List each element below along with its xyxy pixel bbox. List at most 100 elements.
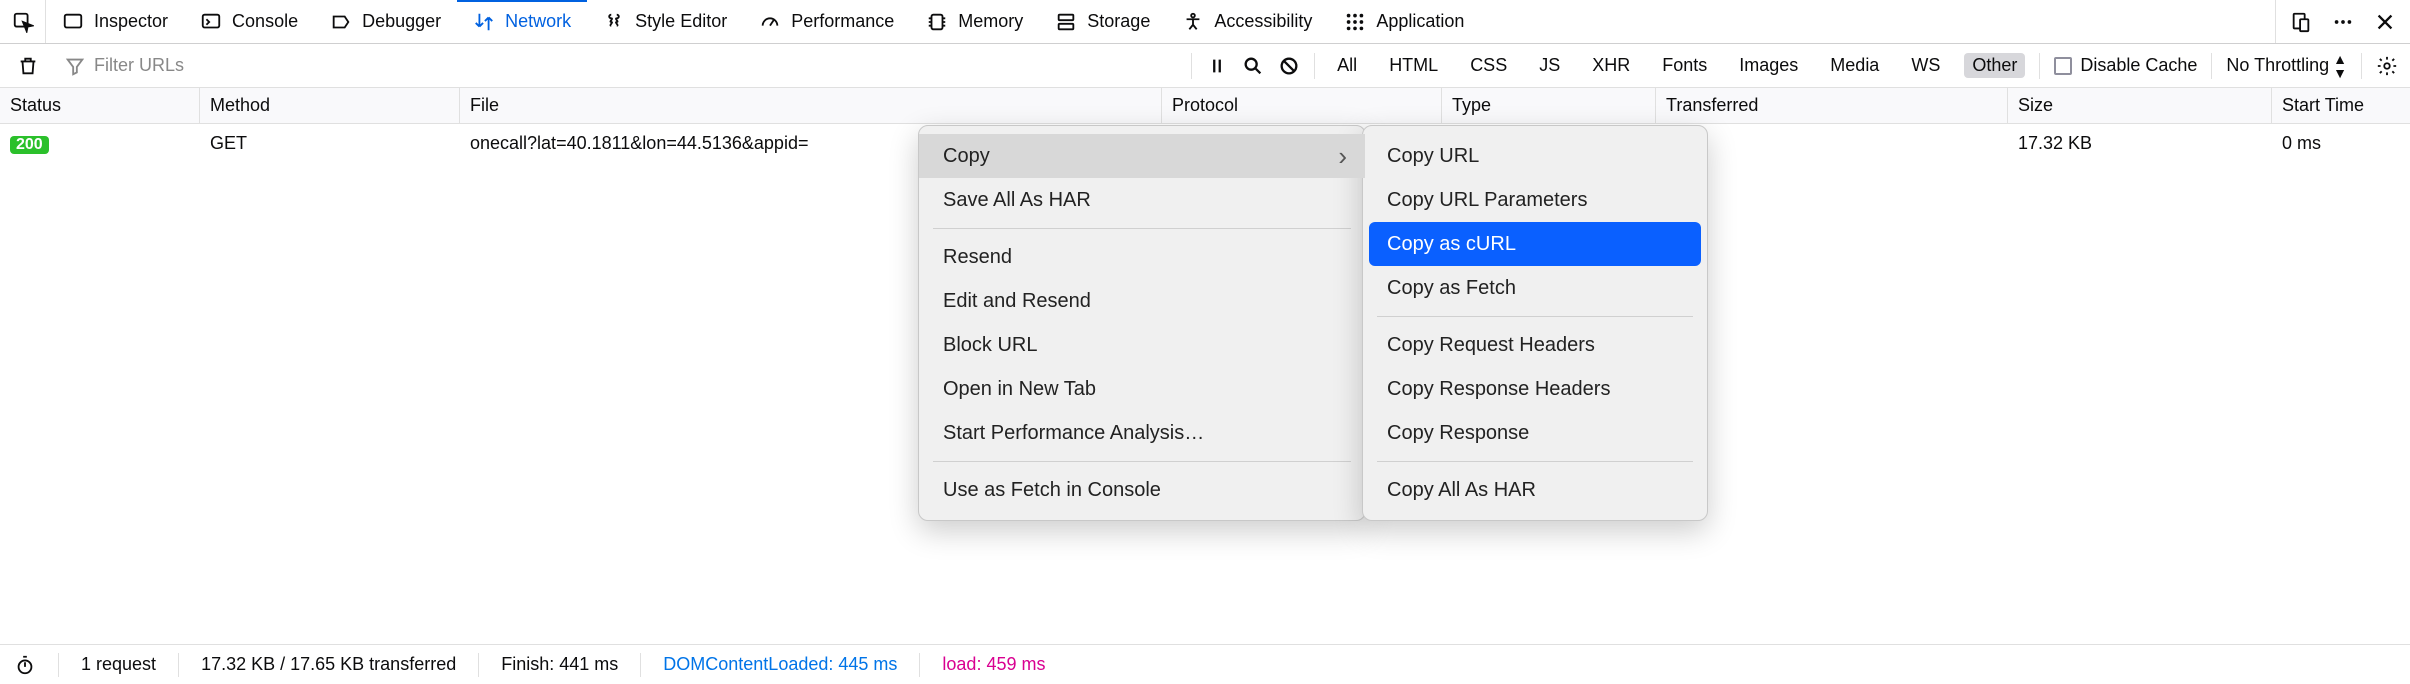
filter-css[interactable]: CSS bbox=[1462, 53, 1515, 78]
tab-performance[interactable]: Performance bbox=[743, 0, 910, 43]
tab-style-editor[interactable]: Style Editor bbox=[587, 0, 743, 43]
throttling-select[interactable]: No Throttling ▲▼ bbox=[2226, 52, 2347, 80]
divider bbox=[2211, 53, 2212, 79]
checkbox-icon bbox=[2054, 57, 2072, 75]
copy-as-curl[interactable]: Copy as cURL bbox=[1369, 222, 1701, 266]
clear-button[interactable] bbox=[12, 55, 44, 77]
block-icon[interactable] bbox=[1278, 55, 1300, 77]
col-file[interactable]: File bbox=[460, 88, 1162, 123]
tab-storage[interactable]: Storage bbox=[1039, 0, 1166, 43]
inspector-icon bbox=[62, 11, 84, 33]
application-icon bbox=[1344, 11, 1366, 33]
menu-separator bbox=[933, 228, 1351, 229]
copy-all-har[interactable]: Copy All As HAR bbox=[1363, 468, 1707, 512]
updown-icon: ▲▼ bbox=[2333, 52, 2347, 80]
tab-application[interactable]: Application bbox=[1328, 0, 1480, 43]
tab-debugger[interactable]: Debugger bbox=[314, 0, 457, 43]
tab-label: Application bbox=[1376, 11, 1464, 32]
tab-accessibility[interactable]: Accessibility bbox=[1166, 0, 1328, 43]
console-icon bbox=[200, 11, 222, 33]
tab-console[interactable]: Console bbox=[184, 0, 314, 43]
trash-icon bbox=[17, 55, 39, 77]
tab-label: Accessibility bbox=[1214, 11, 1312, 32]
filter-ws[interactable]: WS bbox=[1903, 53, 1948, 78]
filter-other[interactable]: Other bbox=[1964, 53, 2025, 78]
performance-icon bbox=[759, 11, 781, 33]
filter-js[interactable]: JS bbox=[1531, 53, 1568, 78]
ctx-block-url[interactable]: Block URL bbox=[919, 323, 1365, 367]
copy-resp-headers[interactable]: Copy Response Headers bbox=[1363, 367, 1707, 411]
divider bbox=[2361, 53, 2362, 79]
inspector-pick-icon bbox=[12, 11, 34, 33]
cell-start: 0 ms bbox=[2272, 133, 2410, 154]
copy-submenu: Copy URL Copy URL Parameters Copy as cUR… bbox=[1362, 125, 1708, 521]
ctx-resend[interactable]: Resend bbox=[919, 235, 1365, 279]
ctx-copy[interactable]: Copy bbox=[919, 134, 1365, 178]
col-method[interactable]: Method bbox=[200, 88, 460, 123]
tab-network[interactable]: Network bbox=[457, 0, 587, 43]
ctx-save-har[interactable]: Save All As HAR bbox=[919, 178, 1365, 222]
tab-bar-spacer bbox=[1480, 0, 2275, 43]
tab-label: Storage bbox=[1087, 11, 1150, 32]
request-count: 1 request bbox=[81, 654, 156, 675]
filter-media[interactable]: Media bbox=[1822, 53, 1887, 78]
filter-all[interactable]: All bbox=[1329, 53, 1365, 78]
filter-images[interactable]: Images bbox=[1731, 53, 1806, 78]
col-status[interactable]: Status bbox=[0, 88, 200, 123]
status-badge: 200 bbox=[10, 136, 49, 154]
tab-label: Console bbox=[232, 11, 298, 32]
cell-size: 17.32 KB bbox=[2008, 133, 2272, 154]
status-bar: 1 request 17.32 KB / 17.65 KB transferre… bbox=[0, 644, 2410, 684]
divider bbox=[58, 653, 59, 677]
disable-cache-label: Disable Cache bbox=[2080, 55, 2197, 76]
meatball-menu-icon[interactable] bbox=[2332, 11, 2354, 33]
copy-as-fetch[interactable]: Copy as Fetch bbox=[1363, 266, 1707, 310]
requests-table-header: Status Method File Protocol Type Transfe… bbox=[0, 88, 2410, 124]
memory-icon bbox=[926, 11, 948, 33]
filter-urls-input[interactable]: Filter URLs bbox=[58, 51, 598, 81]
filter-xhr[interactable]: XHR bbox=[1584, 53, 1638, 78]
settings-gear-icon[interactable] bbox=[2376, 55, 2398, 77]
divider bbox=[2039, 53, 2040, 79]
col-transferred[interactable]: Transferred bbox=[1656, 88, 2008, 123]
tab-memory[interactable]: Memory bbox=[910, 0, 1039, 43]
col-type[interactable]: Type bbox=[1442, 88, 1656, 123]
domcontentloaded-time: DOMContentLoaded: 445 ms bbox=[663, 654, 897, 675]
copy-response[interactable]: Copy Response bbox=[1363, 411, 1707, 455]
col-size[interactable]: Size bbox=[2008, 88, 2272, 123]
menu-separator bbox=[1377, 316, 1693, 317]
ctx-perf[interactable]: Start Performance Analysis… bbox=[919, 411, 1365, 455]
ctx-use-fetch[interactable]: Use as Fetch in Console bbox=[919, 468, 1365, 512]
divider bbox=[1191, 53, 1192, 79]
network-icon bbox=[473, 11, 495, 33]
tab-label: Memory bbox=[958, 11, 1023, 32]
responsive-mode-icon[interactable] bbox=[2290, 11, 2312, 33]
tab-label: Performance bbox=[791, 11, 894, 32]
tab-bar-right bbox=[2275, 0, 2410, 43]
divider bbox=[178, 653, 179, 677]
type-filters: All HTML CSS JS XHR Fonts Images Media W… bbox=[1329, 53, 2025, 78]
devtools-tab-bar: Inspector Console Debugger Network Style… bbox=[0, 0, 2410, 44]
search-icon[interactable] bbox=[1242, 55, 1264, 77]
tab-inspector[interactable]: Inspector bbox=[46, 0, 184, 43]
ctx-open-tab[interactable]: Open in New Tab bbox=[919, 367, 1365, 411]
filter-fonts[interactable]: Fonts bbox=[1654, 53, 1715, 78]
accessibility-icon bbox=[1182, 11, 1204, 33]
storage-icon bbox=[1055, 11, 1077, 33]
network-toolbar: Filter URLs All HTML CSS JS XHR Fonts Im… bbox=[0, 44, 2410, 88]
copy-url[interactable]: Copy URL bbox=[1363, 134, 1707, 178]
filter-html[interactable]: HTML bbox=[1381, 53, 1446, 78]
ctx-edit-resend[interactable]: Edit and Resend bbox=[919, 279, 1365, 323]
pick-element-button[interactable] bbox=[0, 0, 46, 43]
tab-label: Inspector bbox=[94, 11, 168, 32]
filter-placeholder: Filter URLs bbox=[94, 55, 184, 76]
close-icon[interactable] bbox=[2374, 11, 2396, 33]
disable-cache-toggle[interactable]: Disable Cache bbox=[2054, 55, 2197, 76]
col-protocol[interactable]: Protocol bbox=[1162, 88, 1442, 123]
cell-transferred: KB bbox=[1656, 133, 2008, 154]
pause-icon[interactable] bbox=[1206, 55, 1228, 77]
copy-req-headers[interactable]: Copy Request Headers bbox=[1363, 323, 1707, 367]
stopwatch-icon[interactable] bbox=[14, 654, 36, 676]
copy-url-params[interactable]: Copy URL Parameters bbox=[1363, 178, 1707, 222]
col-start[interactable]: Start Time bbox=[2272, 88, 2410, 123]
